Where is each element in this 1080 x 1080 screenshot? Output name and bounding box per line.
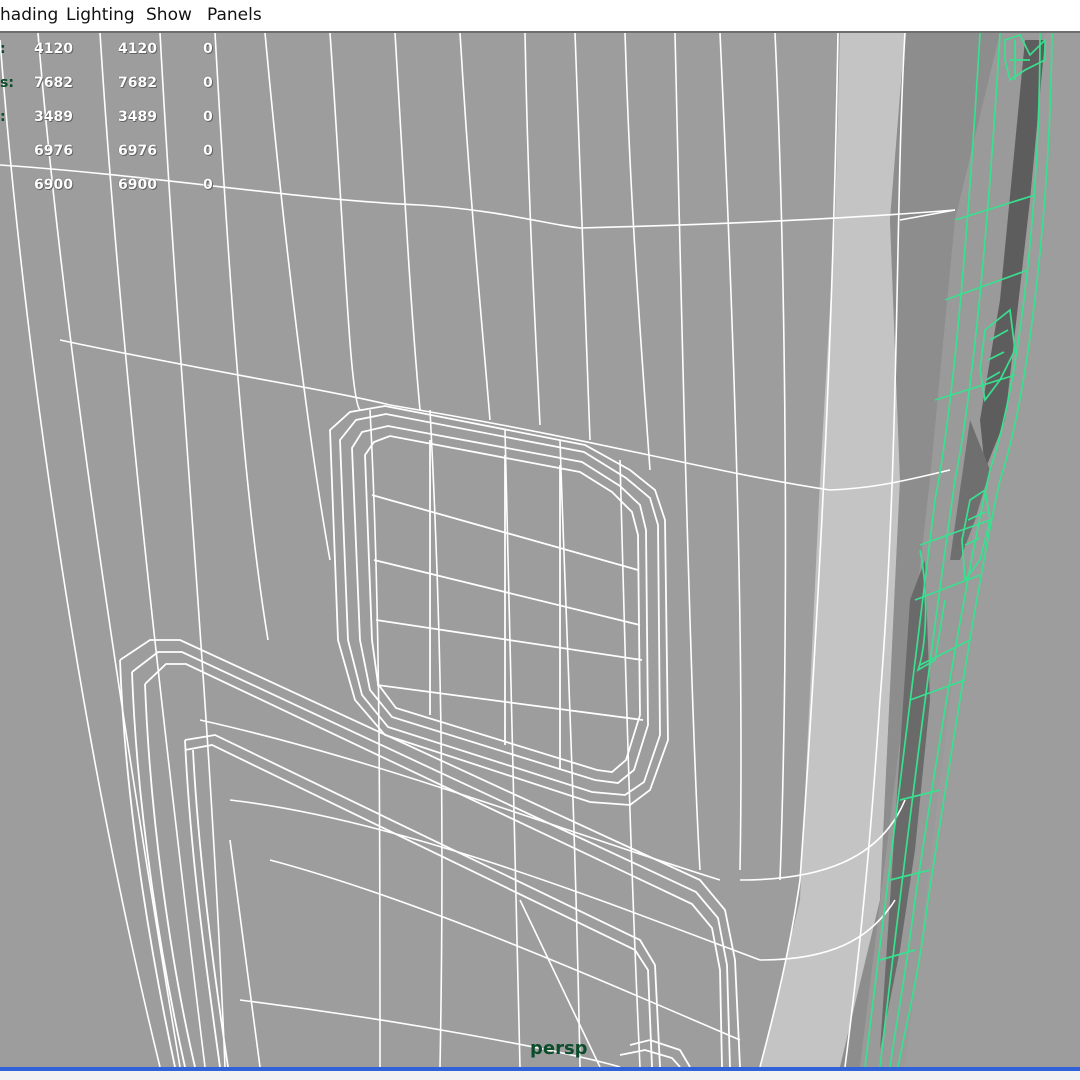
menu-panels[interactable]: Panels: [207, 5, 262, 25]
perspective-viewport[interactable]: [0, 33, 1080, 1067]
wireframe-mesh: [0, 33, 1080, 1067]
panel-border-bar: [0, 1067, 1080, 1080]
menu-lighting[interactable]: Lighting: [66, 5, 135, 25]
maya-viewport-panel: hading Lighting Show Panels: 4120 4120 …: [0, 0, 1080, 1080]
menu-shading[interactable]: hading: [0, 5, 58, 25]
menu-show[interactable]: Show: [146, 5, 192, 25]
panel-menu-bar: hading Lighting Show Panels: [0, 0, 1080, 33]
camera-name-label: persp: [530, 1038, 588, 1059]
